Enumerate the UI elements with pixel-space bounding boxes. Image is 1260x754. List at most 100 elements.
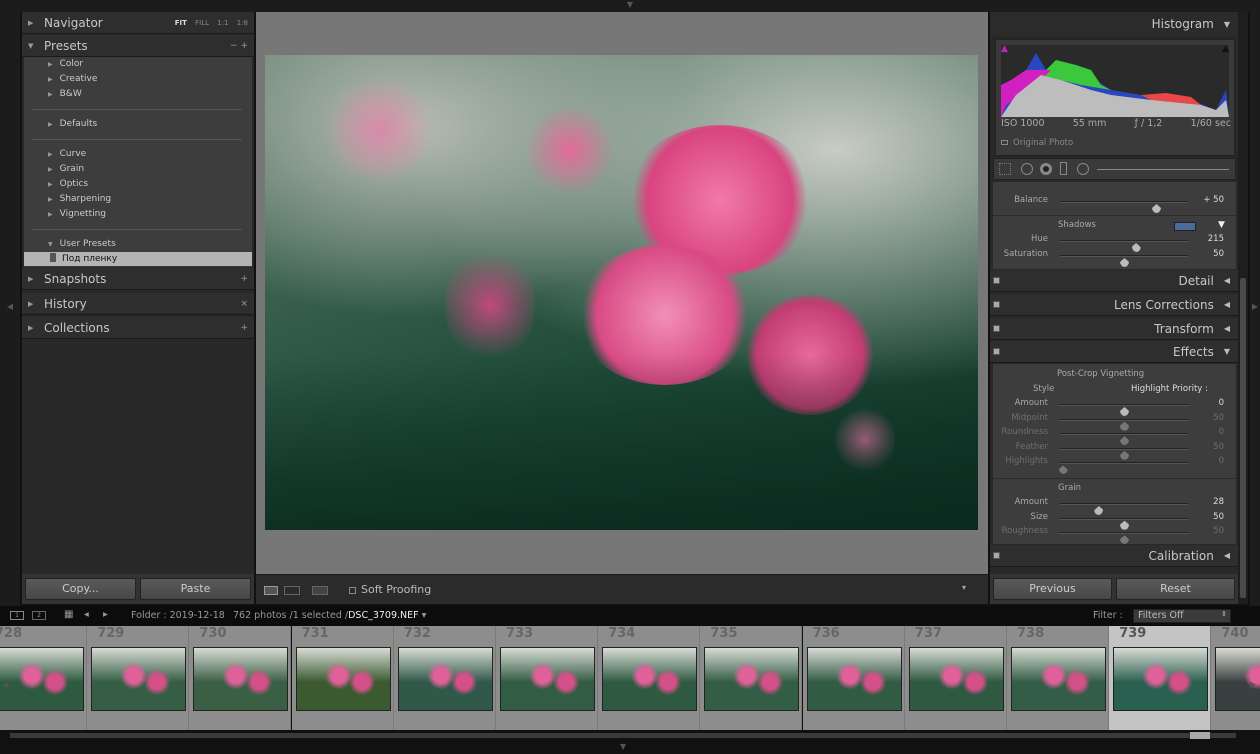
filmstrip-thumbnail[interactable]: 729 [87, 626, 190, 730]
paste-button[interactable]: Paste [140, 578, 251, 600]
zoom-1-8[interactable]: 1:8 [237, 19, 248, 27]
collections-header[interactable]: ▶ Collections + [22, 317, 254, 339]
history-header[interactable]: ▶ History × [22, 293, 254, 315]
vignette-midpoint-slider[interactable]: Midpoint 50 [993, 413, 1236, 431]
clear-history-button[interactable]: × [240, 299, 248, 309]
preset-folder-creative[interactable]: ▶ Creative [48, 72, 97, 87]
effects-section: Post-Crop Vignetting Style Highlight Pri… [993, 364, 1236, 545]
filmstrip-scroll-right[interactable]: ▶ [1250, 680, 1256, 689]
add-preset-button[interactable]: + [240, 41, 248, 51]
saturation-slider[interactable]: Saturation 50 [993, 249, 1236, 267]
filmstrip-thumbnail[interactable]: 732 [393, 626, 496, 730]
calibration-header[interactable]: Calibration ◀ [990, 545, 1238, 567]
before-after-split-icon[interactable] [312, 586, 328, 595]
snapshots-header[interactable]: ▶ Snapshots + [22, 268, 254, 290]
zoom-fill[interactable]: FILL [195, 19, 209, 27]
highlight-clipping-icon[interactable]: ▲ [1222, 44, 1229, 54]
preset-folder-defaults[interactable]: ▶ Defaults [48, 117, 97, 132]
soft-proofing-checkbox[interactable] [349, 587, 356, 594]
preset-folder-bw[interactable]: ▶ B&W [48, 87, 82, 102]
slider-thumb[interactable] [1120, 535, 1129, 545]
copy-button[interactable]: Copy... [25, 578, 136, 600]
image-canvas[interactable] [256, 12, 988, 574]
vignette-amount-slider[interactable]: Amount 0 [993, 398, 1236, 416]
filmstrip-thumbnail[interactable]: 738 [1007, 626, 1109, 730]
preset-folder-user-presets[interactable]: ▼ User Presets [48, 237, 116, 252]
remove-preset-button[interactable]: − [230, 41, 238, 51]
preset-folder-color[interactable]: ▶ Color [48, 57, 83, 72]
add-collection-button[interactable]: + [240, 323, 248, 333]
top-panel-toggle[interactable]: ▼ [0, 0, 1260, 12]
filmstrip-thumbnail[interactable]: 731 [291, 626, 394, 730]
filmstrip-thumbnail[interactable]: 733 [496, 626, 598, 730]
red-eye-icon[interactable] [1040, 163, 1052, 175]
graduated-filter-icon[interactable] [1060, 162, 1067, 175]
main-window-button[interactable]: 1 [10, 611, 24, 620]
toolbar: Soft Proofing ▾ [256, 574, 988, 604]
grain-roughness-slider[interactable]: Roughness 50 [993, 526, 1236, 545]
slider-thumb[interactable] [1058, 465, 1068, 475]
previous-button[interactable]: Previous [993, 578, 1112, 600]
balance-slider[interactable]: Balance + 50 [993, 195, 1236, 213]
thumbnail-image [91, 647, 187, 711]
crop-tool-icon[interactable] [999, 163, 1011, 175]
preset-item-selected[interactable]: Под пленку [24, 252, 252, 266]
secondary-window-button[interactable]: 2 [32, 611, 46, 620]
preset-folder-optics[interactable]: ▶ Optics [48, 177, 88, 192]
lens-corrections-header[interactable]: Lens Corrections ◀ [990, 294, 1238, 316]
before-after-icon[interactable] [284, 586, 300, 595]
detail-header[interactable]: Detail ◀ [990, 270, 1238, 292]
preset-folder-vignetting[interactable]: ▶ Vignetting [48, 207, 106, 222]
grain-size-slider[interactable]: Size 50 [993, 512, 1236, 530]
navigator-header[interactable]: ▶ Navigator FIT FILL 1:1 1:8 [22, 12, 254, 34]
selection-info[interactable]: 762 photos /1 selected /DSC_3709.NEF ▾ [233, 610, 426, 621]
thumbnail-image [908, 647, 1004, 711]
forward-arrow-icon[interactable]: ▸ [103, 609, 108, 620]
shadows-color-swatch[interactable] [1174, 222, 1196, 231]
filmstrip-scrollbar[interactable]: ▼ [0, 730, 1260, 754]
filter-dropdown[interactable]: Filters Off ⇕ [1133, 609, 1231, 623]
preset-folder-curve[interactable]: ▶ Curve [48, 147, 86, 162]
adjustment-brush-slider[interactable] [1097, 169, 1229, 170]
filmstrip-thumbnail[interactable]: 734 [598, 626, 701, 730]
add-snapshot-button[interactable]: + [240, 274, 248, 284]
preset-folder-sharpening[interactable]: ▶ Sharpening [48, 192, 111, 207]
radial-filter-icon[interactable] [1077, 163, 1089, 175]
shadow-clipping-icon[interactable]: ▲ [1001, 44, 1008, 54]
preset-folder-grain[interactable]: ▶ Grain [48, 162, 84, 177]
color-picker-dropdown-icon[interactable]: ▼ [1218, 220, 1225, 230]
presets-header[interactable]: ▼ Presets − + [22, 35, 254, 57]
reset-button[interactable]: Reset [1116, 578, 1235, 600]
filmstrip-thumbnail[interactable]: 736 [802, 626, 905, 730]
loupe-view-icon[interactable] [264, 586, 278, 595]
folder-source[interactable]: Folder : 2019-12-18 [131, 610, 225, 621]
zoom-1-1[interactable]: 1:1 [217, 19, 228, 27]
vignette-highlights-slider[interactable]: Highlights 0 [993, 456, 1236, 475]
grain-amount-slider[interactable]: Amount 28 [993, 497, 1236, 515]
hue-slider[interactable]: Hue 215 [993, 234, 1236, 252]
left-panel-toggle[interactable]: ◀ [0, 12, 20, 606]
filmstrip-thumbnail[interactable]: 737 [904, 626, 1007, 730]
divider [32, 229, 242, 230]
scrollbar-thumb[interactable] [1190, 732, 1210, 739]
filmstrip-thumbnail[interactable]: 740 [1211, 626, 1260, 730]
filmstrip-scroll-left[interactable]: ◀ [2, 680, 8, 689]
original-photo-toggle[interactable]: Original Photo [1001, 138, 1073, 148]
filmstrip-thumbnail[interactable]: 739 [1109, 626, 1212, 730]
spot-removal-icon[interactable] [1021, 163, 1033, 175]
filmstrip-thumbnail[interactable]: 730 [189, 626, 292, 730]
histogram-header[interactable]: Histogram ▼ [990, 12, 1238, 36]
style-dropdown[interactable]: Highlight Priority : [1131, 384, 1208, 394]
filmstrip-thumbnail[interactable]: 728 [0, 626, 87, 730]
right-panel-toggle[interactable]: ▶ [1250, 12, 1260, 606]
effects-header[interactable]: Effects ▼ [990, 341, 1238, 363]
vignette-feather-slider[interactable]: Feather 50 [993, 442, 1236, 460]
zoom-fit[interactable]: FIT [175, 19, 187, 27]
right-panel-scrollbar[interactable] [1238, 12, 1248, 604]
back-arrow-icon[interactable]: ◂ [84, 609, 89, 620]
grid-view-icon[interactable]: ▦ [64, 609, 73, 620]
vignette-roundness-slider[interactable]: Roundness 0 [993, 427, 1236, 446]
toolbar-menu-icon[interactable]: ▾ [962, 583, 966, 592]
filmstrip-thumbnail[interactable]: 735 [700, 626, 803, 730]
transform-header[interactable]: Transform ◀ [990, 318, 1238, 340]
